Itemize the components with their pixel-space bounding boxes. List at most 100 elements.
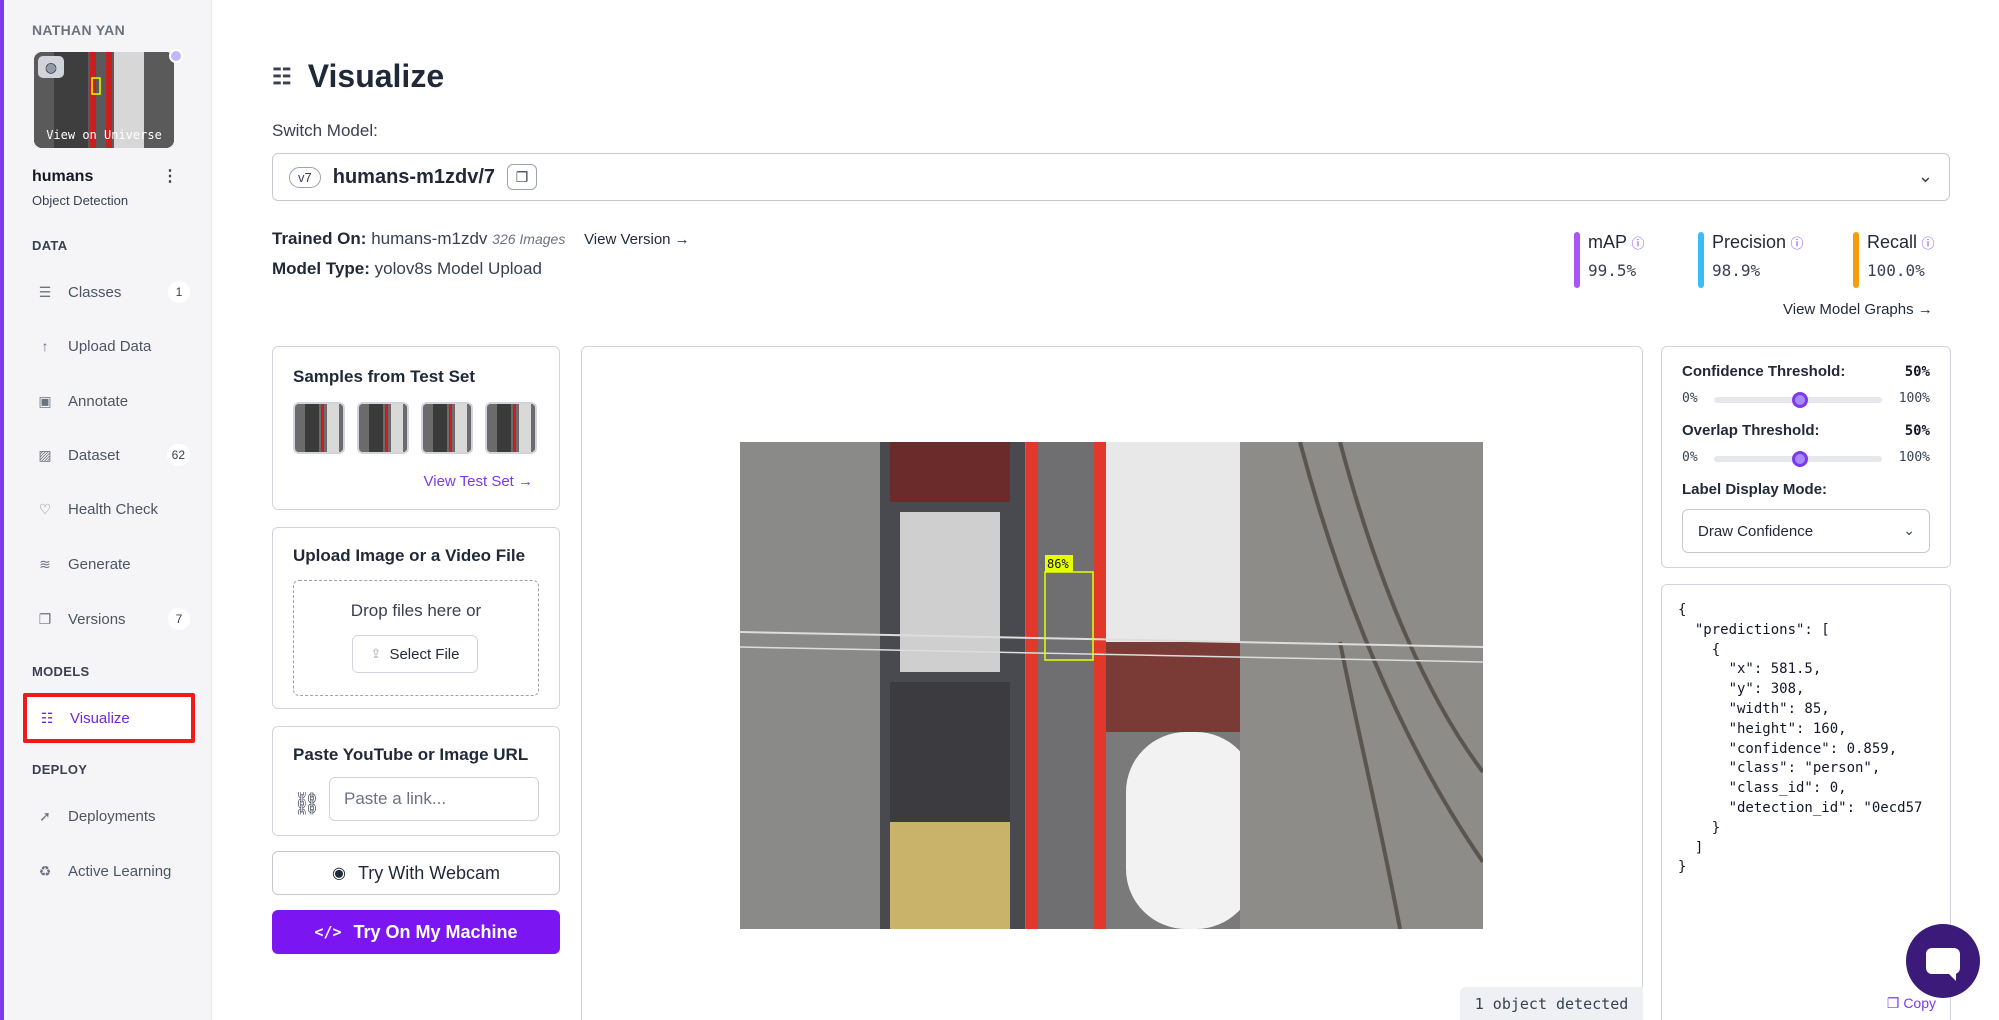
slider-handle[interactable] xyxy=(1792,451,1808,467)
page-title-text: Visualize xyxy=(307,58,445,94)
help-icon[interactable]: ⓘ xyxy=(1921,236,1934,251)
label-display-mode-label: Label Display Mode: xyxy=(1682,481,1828,498)
trained-on: Trained On: humans-m1zdv 326 Images View… xyxy=(272,229,690,249)
mode-value: Draw Confidence xyxy=(1698,522,1814,540)
sidebar-item-generate[interactable]: ≋ Generate xyxy=(26,546,198,582)
try-on-machine-button[interactable]: </> Try On My Machine xyxy=(272,910,560,954)
sidebar-item-classes[interactable]: ☰ Classes 1 xyxy=(26,274,198,310)
annotate-icon: ▣ xyxy=(38,392,52,409)
inference-image: 86% xyxy=(740,442,1483,929)
sample-image xyxy=(359,404,407,452)
model-name: humans-m1zdv/7 xyxy=(332,165,495,188)
sidebar-item-versions[interactable]: ❐ Versions 7 xyxy=(26,601,198,637)
heart-icon: ♡ xyxy=(38,500,52,517)
versions-icon: ❐ xyxy=(38,610,52,627)
sidebar-item-label: Upload Data xyxy=(68,337,152,355)
metric-bar xyxy=(1574,232,1580,288)
url-title: Paste YouTube or Image URL xyxy=(293,745,529,764)
image-icon: ▨ xyxy=(38,446,52,463)
sample-thumbnail[interactable] xyxy=(293,402,345,454)
metric-value: 100.0% xyxy=(1867,261,1925,280)
confidence-value: 50% xyxy=(1904,364,1930,380)
sample-thumbnail[interactable] xyxy=(421,402,473,454)
chart-icon: ☷ xyxy=(40,709,54,726)
sidebar-item-health-check[interactable]: ♡ Health Check xyxy=(26,491,198,527)
trained-on-value: humans-m1zdv xyxy=(371,229,488,248)
recycle-icon: ♻ xyxy=(38,862,52,879)
metric-label: Precision xyxy=(1712,232,1787,252)
chart-icon: ☷ xyxy=(272,63,292,89)
view-version-link[interactable]: View Version → xyxy=(584,231,690,248)
rocket-icon: ➚ xyxy=(39,807,51,824)
file-dropzone[interactable]: Drop files here or ⇪ Select File xyxy=(293,580,539,696)
metric-label: Recall xyxy=(1867,232,1918,252)
range-max: 100% xyxy=(1898,450,1930,465)
sample-thumbnail[interactable] xyxy=(357,402,409,454)
json-output: { "predictions": [ { "x": 581.5, "y": 30… xyxy=(1678,602,1923,876)
sidebar-item-active-learning[interactable]: ♻ Active Learning xyxy=(26,853,198,889)
sidebar-item-deployments[interactable]: ➚ Deployments xyxy=(26,798,198,834)
sidebar-item-dataset[interactable]: ▨ Dataset 62 xyxy=(26,437,198,473)
sample-image xyxy=(295,404,343,452)
sample-thumbnail[interactable] xyxy=(485,402,537,454)
sidebar-item-label: Health Check xyxy=(68,500,159,518)
metric-bar xyxy=(1698,232,1704,288)
sidebar-item-label: Visualize xyxy=(70,709,130,727)
slider-handle[interactable] xyxy=(1792,392,1808,408)
sidebar-item-visualize[interactable]: ☷ Visualize xyxy=(23,693,195,743)
try-webcam-button[interactable]: ◉ Try With Webcam xyxy=(272,851,560,895)
controls-card: Confidence Threshold: 50% 0% 100% Overla… xyxy=(1661,346,1951,568)
code-icon: </> xyxy=(314,923,342,941)
sidebar-item-label: Dataset xyxy=(68,446,120,464)
model-select[interactable]: v7 humans-m1zdv/7 ❐ ⌄ xyxy=(272,153,1950,201)
chat-button[interactable] xyxy=(1906,924,1980,998)
sidebar-item-annotate[interactable]: ▣ Annotate xyxy=(26,383,198,419)
url-input[interactable] xyxy=(329,777,539,821)
select-file-button[interactable]: ⇪ Select File xyxy=(352,635,478,673)
page-title: ☷ Visualize xyxy=(272,58,444,95)
overlap-value: 50% xyxy=(1904,423,1930,439)
metric-value: 99.5% xyxy=(1588,261,1637,280)
view-model-graphs-link[interactable]: View Model Graphs → xyxy=(1783,301,1933,318)
globe-icon: ◍ xyxy=(38,56,64,78)
list-icon: ☰ xyxy=(38,283,52,300)
sidebar-item-upload-data[interactable]: ↑ Upload Data xyxy=(26,328,198,364)
metric-map: mAP ⓘ 99.5% xyxy=(1574,232,1644,288)
chevron-down-icon: ⌄ xyxy=(1917,166,1933,186)
section-deploy: DEPLOY xyxy=(32,762,88,777)
metric-bar xyxy=(1853,232,1859,288)
copy-button[interactable]: ❐ Copy xyxy=(1887,995,1936,1012)
drop-text: Drop files here or xyxy=(350,601,482,620)
sample-image xyxy=(487,404,535,452)
label-display-mode-select[interactable]: Draw Confidence ⌄ xyxy=(1682,509,1930,553)
help-icon[interactable]: ⓘ xyxy=(1790,236,1803,251)
sidebar-item-label: Generate xyxy=(68,555,131,573)
project-menu-icon[interactable]: ⋮ xyxy=(162,166,178,186)
project-name: humans xyxy=(32,168,94,185)
samples-title: Samples from Test Set xyxy=(293,367,476,386)
upload-icon: ↑ xyxy=(41,338,49,354)
range-max: 100% xyxy=(1898,391,1930,406)
count-badge: 7 xyxy=(168,608,190,630)
overlap-slider[interactable] xyxy=(1714,451,1882,467)
chevron-down-icon: ⌄ xyxy=(1903,522,1915,538)
confidence-slider[interactable] xyxy=(1714,392,1882,408)
count-badge: 62 xyxy=(166,444,190,466)
project-thumbnail[interactable]: ◍ View on Universe xyxy=(34,52,174,148)
metric-value: 98.9% xyxy=(1712,261,1761,280)
trained-on-label: Trained On: xyxy=(272,229,367,248)
view-test-set-link[interactable]: View Test Set → xyxy=(424,473,534,490)
view-on-universe-label: View on Universe xyxy=(46,128,162,142)
version-tag: v7 xyxy=(289,166,321,188)
model-type-label: Model Type: xyxy=(272,259,370,278)
upload-icon: ⇪ xyxy=(370,646,382,661)
webcam-icon: ◉ xyxy=(332,865,346,882)
try-on-machine-label: Try On My Machine xyxy=(353,921,518,942)
sidebar-item-label: Deployments xyxy=(68,807,156,825)
copy-icon[interactable]: ❐ xyxy=(507,164,537,190)
samples-card: Samples from Test Set View Test Set → xyxy=(272,346,560,510)
metric-recall: Recall ⓘ 100.0% xyxy=(1853,232,1935,288)
help-icon[interactable]: ⓘ xyxy=(1631,236,1644,251)
detection-label: 86% xyxy=(1047,557,1069,571)
model-type-value: yolov8s Model Upload xyxy=(374,259,542,278)
